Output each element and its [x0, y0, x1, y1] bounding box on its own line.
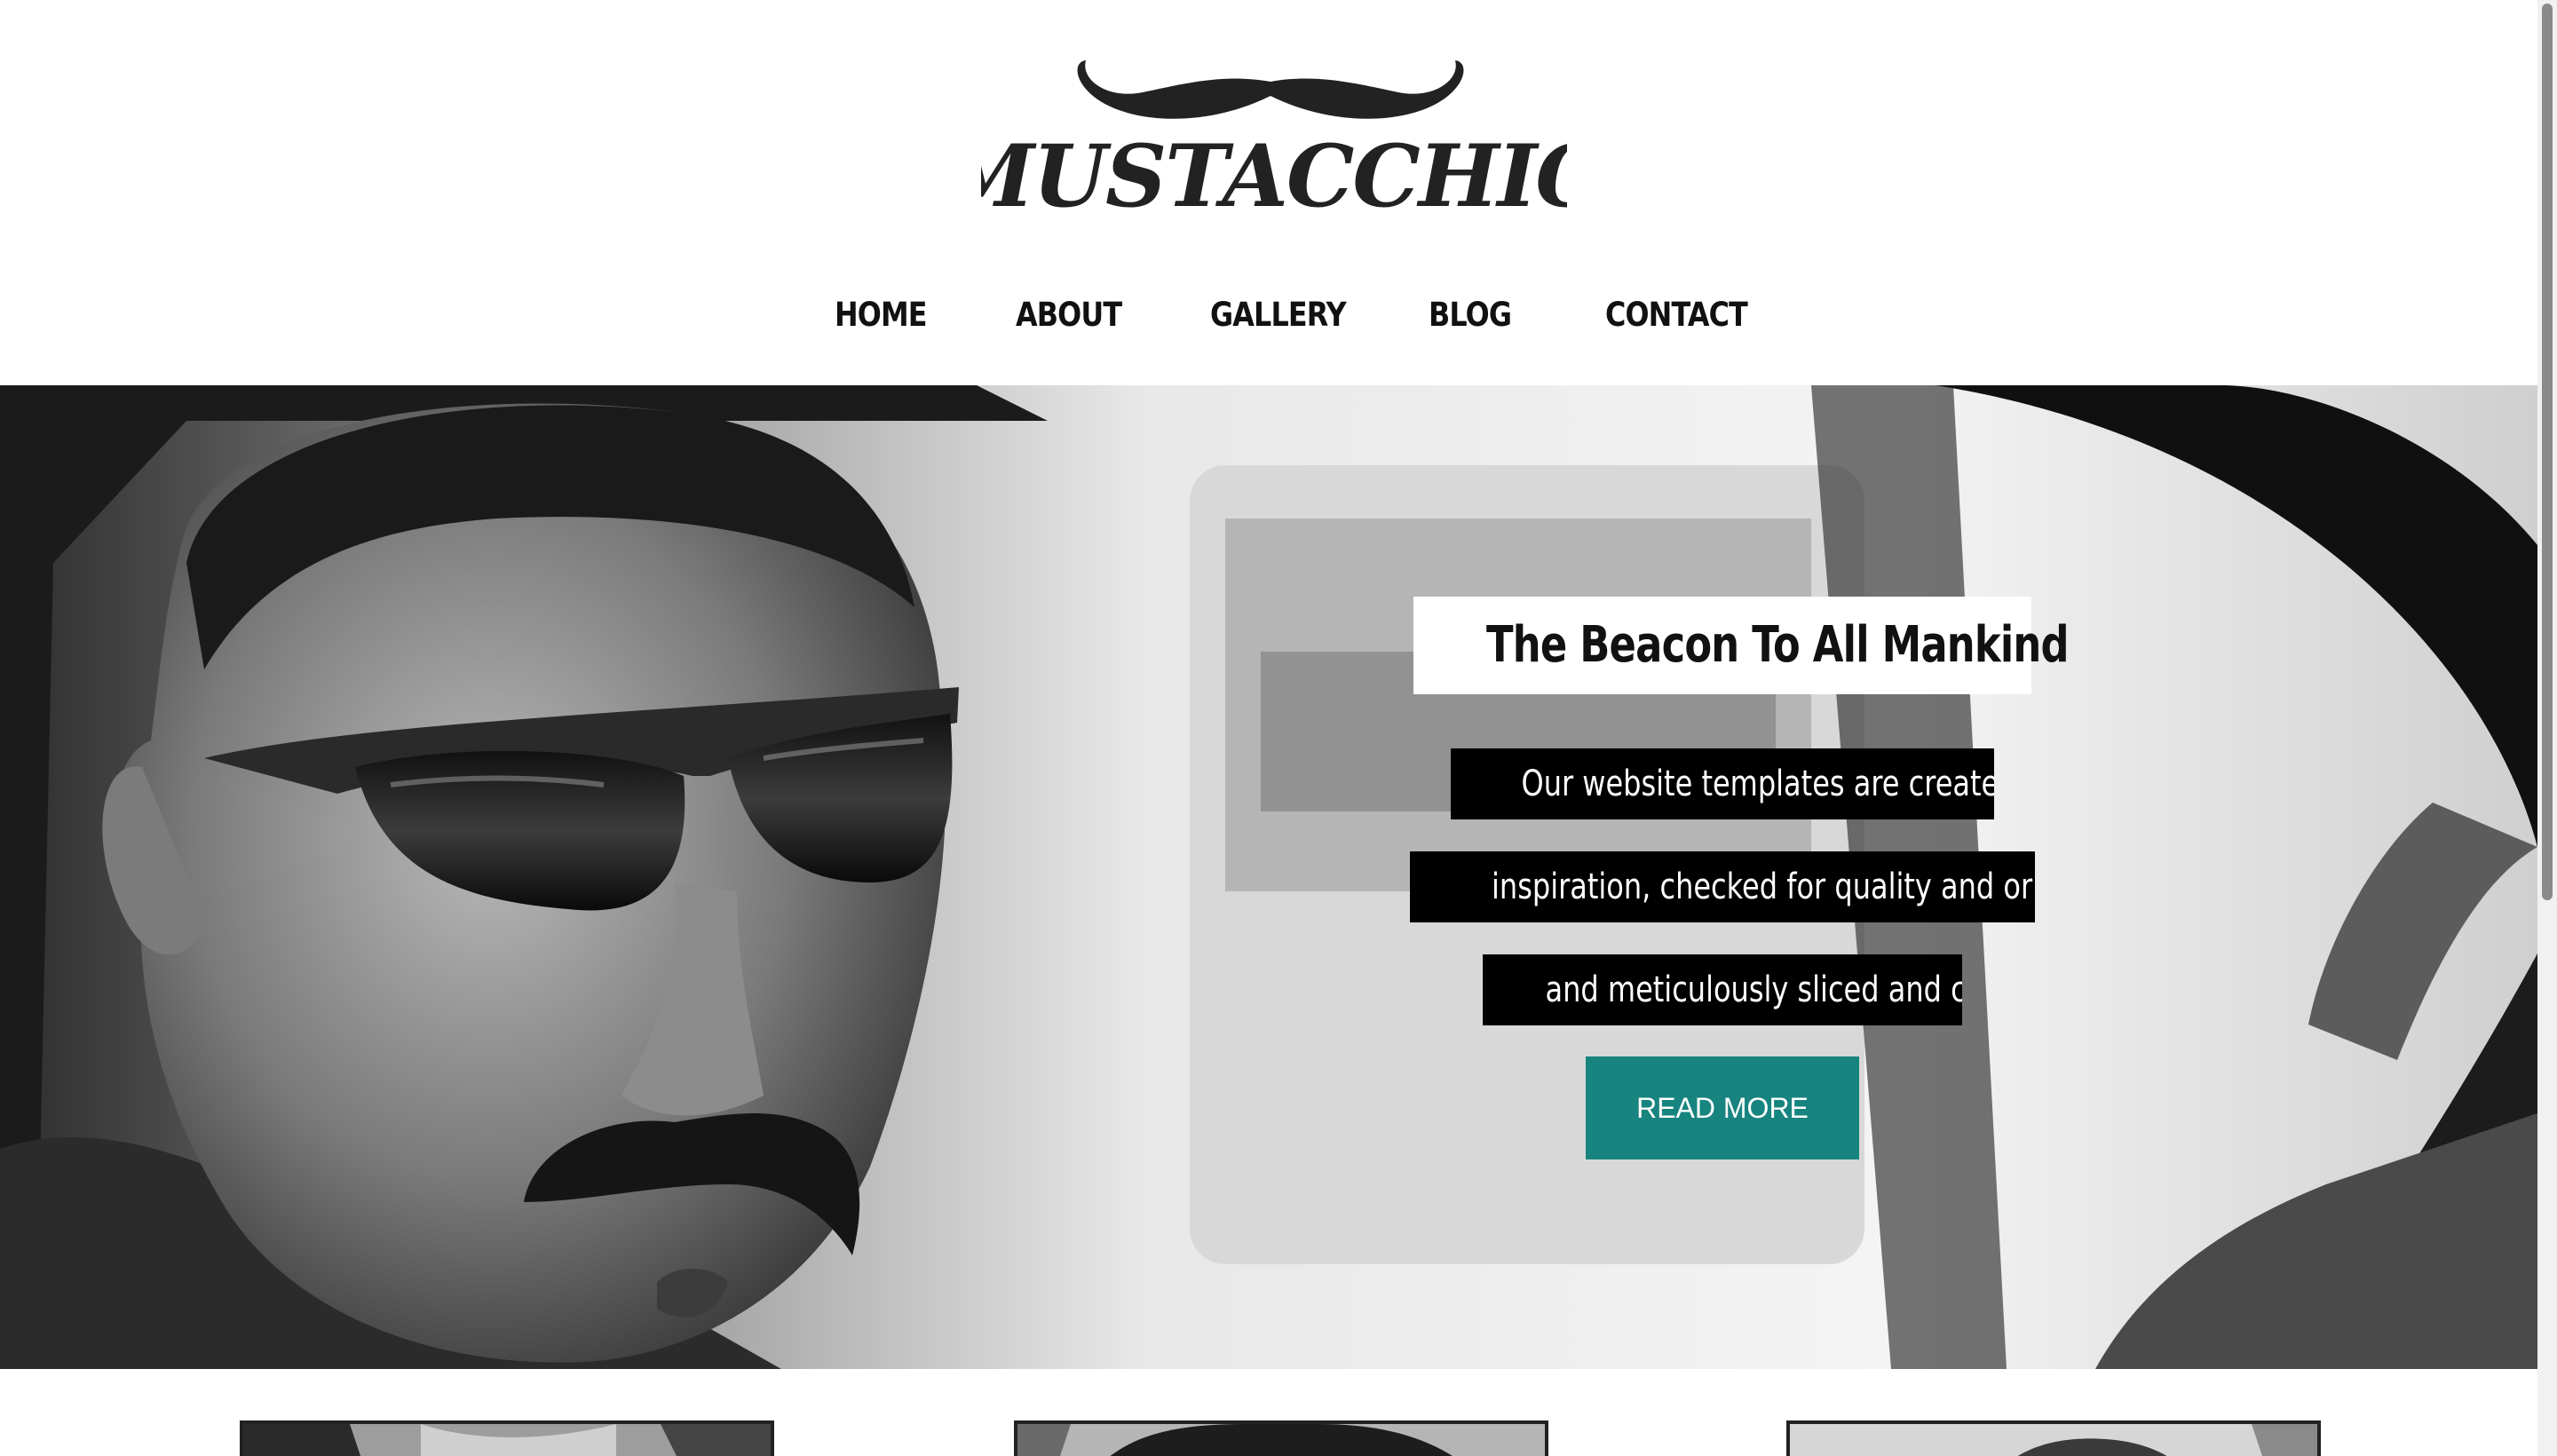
gallery-card-3[interactable]	[1786, 1420, 2321, 1456]
site-header: MUSTACCHIO HOME ABOUT GALLERY BLOG CONTA…	[0, 0, 2557, 385]
hat-photo	[1017, 1424, 1545, 1456]
logo-wordmark: MUSTACCHIO	[981, 126, 1567, 222]
nav-item-about[interactable]: ABOUT	[1016, 289, 1122, 342]
mustacchio-logo-graphic: MUSTACCHIO	[981, 60, 1567, 222]
hero-text-line-1: Our website templates are created with	[1451, 748, 1994, 819]
page: MUSTACCHIO HOME ABOUT GALLERY BLOG CONTA…	[0, 0, 2557, 1456]
hero-banner: The Beacon To All Mankind Our website te…	[0, 385, 2537, 1369]
scrollbar-thumb[interactable]	[2542, 4, 2553, 900]
gallery-card-2[interactable]	[1014, 1420, 1548, 1456]
hero-title-box: The Beacon To All Mankind	[1413, 597, 2070, 694]
hero-title: The Beacon To All Mankind	[1485, 616, 2070, 674]
page-scrollbar[interactable]	[2537, 0, 2557, 1456]
hero-photo	[0, 385, 2537, 1369]
main-nav: HOME ABOUT GALLERY BLOG CONTACT	[0, 289, 2557, 342]
logo[interactable]: MUSTACCHIO	[981, 53, 1567, 222]
nav-item-contact[interactable]: CONTACT	[1605, 289, 1748, 342]
portrait-photo	[1790, 1424, 2317, 1456]
nav-item-gallery[interactable]: GALLERY	[1210, 289, 1347, 342]
read-more-button[interactable]: READ MORE	[1586, 1056, 1859, 1159]
nav-item-blog[interactable]: BLOG	[1429, 289, 1512, 342]
hero-text-line-3: and meticulously sliced and coded.	[1483, 954, 1962, 1025]
gallery-card-1[interactable]	[240, 1420, 774, 1456]
hero-text-line-2: inspiration, checked for quality and ori…	[1410, 851, 2035, 922]
portrait-photo	[243, 1424, 771, 1456]
nav-item-home[interactable]: HOME	[835, 289, 927, 342]
